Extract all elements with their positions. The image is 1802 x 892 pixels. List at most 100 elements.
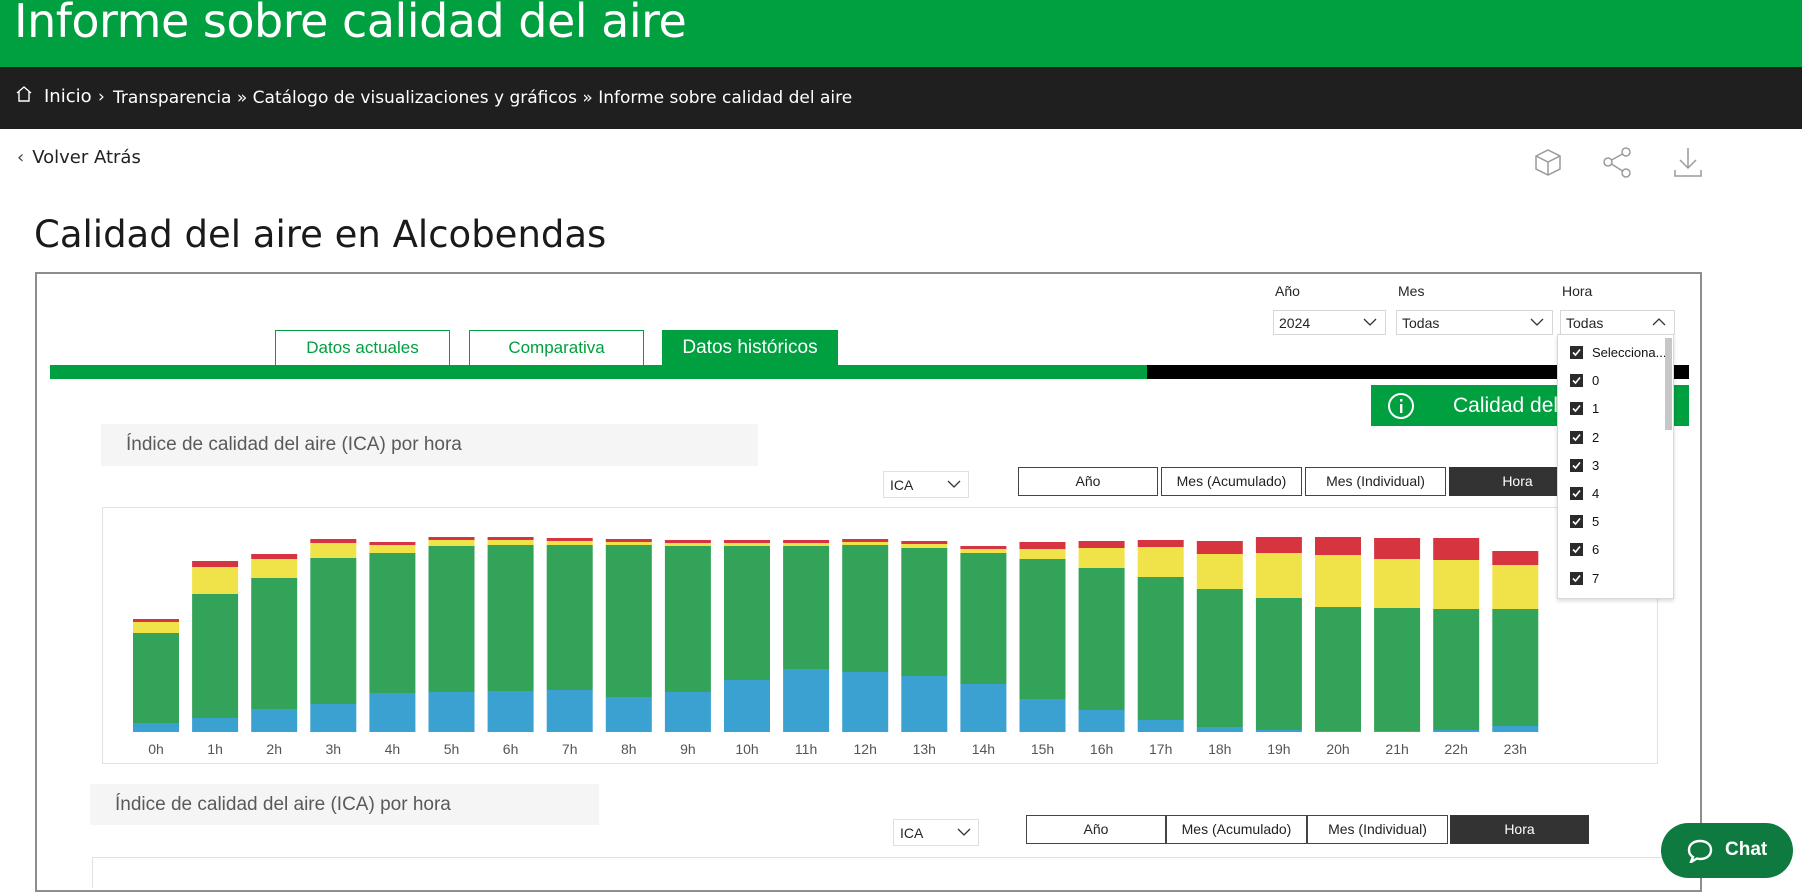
chat-button[interactable]: Chat (1661, 823, 1793, 878)
bar-segment[interactable] (1078, 710, 1125, 732)
bar-segment[interactable] (192, 567, 239, 594)
bar-segment[interactable] (1019, 549, 1066, 559)
segment-hora-2[interactable]: Hora (1450, 815, 1589, 844)
bar-segment[interactable] (605, 545, 652, 697)
segment-ano-2[interactable]: Año (1026, 815, 1166, 844)
bar-segment[interactable] (783, 540, 830, 543)
bar-segment[interactable] (310, 558, 357, 704)
bar-segment[interactable] (251, 578, 298, 709)
bar-segment[interactable] (1196, 589, 1243, 727)
bar-segment[interactable] (1492, 726, 1539, 732)
bar-segment[interactable] (605, 539, 652, 542)
hour-option[interactable]: Selecciona... (1570, 345, 1666, 365)
bar-segment[interactable] (192, 594, 239, 718)
bar-segment[interactable] (960, 684, 1007, 732)
breadcrumb-trail[interactable]: Transparencia » Catálogo de visualizacio… (113, 88, 852, 108)
segment-mes-individual-2[interactable]: Mes (Individual) (1307, 815, 1448, 844)
bar-segment[interactable] (251, 709, 298, 732)
bar-segment[interactable] (1255, 553, 1302, 598)
checkbox-checked-icon[interactable] (1570, 515, 1583, 529)
tab-comparativa[interactable]: Comparativa (469, 330, 644, 365)
bar-segment[interactable] (133, 622, 179, 633)
bar-segment[interactable] (1433, 560, 1480, 609)
bar-segment[interactable] (133, 633, 179, 723)
hour-option[interactable]: 6 (1570, 542, 1599, 562)
bar-segment[interactable] (842, 539, 889, 542)
bar-segment[interactable] (546, 545, 593, 690)
bar-segment[interactable] (546, 538, 593, 541)
bar-segment[interactable] (1315, 555, 1361, 607)
segment-mes-individual[interactable]: Mes (Individual) (1305, 467, 1446, 496)
checkbox-checked-icon[interactable] (1570, 374, 1583, 388)
bar-segment[interactable] (1492, 609, 1539, 726)
bar-segment[interactable] (842, 672, 889, 732)
bar-segment[interactable] (1433, 730, 1480, 732)
bar-segment[interactable] (1492, 551, 1539, 565)
bar-segment[interactable] (310, 543, 357, 558)
bar-segment[interactable] (428, 537, 475, 540)
bar-segment[interactable] (192, 718, 239, 732)
hour-option[interactable]: 7 (1570, 571, 1599, 591)
bar-segment[interactable] (664, 692, 711, 732)
hour-option[interactable]: 4 (1570, 486, 1599, 506)
bar-segment[interactable] (310, 704, 357, 732)
bar-segment[interactable] (310, 539, 357, 543)
bar-segment[interactable] (1137, 577, 1184, 720)
bar-segment[interactable] (1374, 608, 1421, 731)
bar-segment[interactable] (724, 543, 770, 546)
hour-option[interactable]: 2 (1570, 430, 1599, 450)
cube-icon[interactable] (1530, 144, 1566, 180)
bar-segment[interactable] (664, 546, 711, 692)
bar-segment[interactable] (487, 537, 534, 540)
back-link[interactable]: ‹ Volver Atrás (17, 147, 141, 168)
bar-segment[interactable] (901, 544, 948, 548)
bar-segment[interactable] (1315, 731, 1361, 732)
bar-segment[interactable] (487, 540, 534, 545)
checkbox-checked-icon[interactable] (1570, 346, 1583, 359)
bar-segment[interactable] (369, 693, 416, 732)
bar-segment[interactable] (133, 723, 179, 732)
bar-segment[interactable] (1315, 537, 1361, 555)
bar-segment[interactable] (546, 690, 593, 732)
checkbox-checked-icon[interactable] (1570, 402, 1583, 416)
bar-segment[interactable] (724, 680, 770, 732)
checkbox-checked-icon[interactable] (1570, 543, 1583, 557)
bar-segment[interactable] (1137, 720, 1184, 732)
bar-segment[interactable] (901, 541, 948, 544)
bar-segment[interactable] (1078, 548, 1125, 568)
bar-segment[interactable] (251, 559, 298, 578)
bar-segment[interactable] (1137, 540, 1184, 547)
bar-segment[interactable] (1374, 538, 1421, 559)
bar-segment[interactable] (1019, 542, 1066, 549)
bar-segment[interactable] (605, 697, 652, 732)
bar-segment[interactable] (192, 561, 239, 567)
bar-segment[interactable] (1019, 699, 1066, 732)
checkbox-checked-icon[interactable] (1570, 571, 1583, 585)
bar-segment[interactable] (428, 540, 475, 546)
bar-segment[interactable] (664, 540, 711, 543)
bar-segment[interactable] (1492, 565, 1539, 609)
bar-segment[interactable] (1255, 730, 1302, 732)
bar-segment[interactable] (546, 541, 593, 545)
bar-segment[interactable] (487, 545, 534, 691)
bar-segment[interactable] (133, 619, 179, 622)
bar-segment[interactable] (1019, 559, 1066, 699)
bar-segment[interactable] (1374, 559, 1421, 608)
bar-segment[interactable] (1374, 731, 1421, 732)
bar-segment[interactable] (428, 546, 475, 692)
bar-segment[interactable] (1255, 598, 1302, 730)
bar-segment[interactable] (783, 546, 830, 669)
bar-segment[interactable] (901, 676, 948, 732)
bar-segment[interactable] (1433, 538, 1480, 560)
bar-segment[interactable] (1255, 537, 1302, 553)
bar-segment[interactable] (1078, 568, 1125, 710)
share-icon[interactable] (1600, 144, 1636, 180)
home-icon[interactable] (15, 85, 33, 107)
bar-segment[interactable] (783, 543, 830, 546)
bar-segment[interactable] (1196, 541, 1243, 554)
bar-segment[interactable] (1078, 541, 1125, 548)
metric-select[interactable]: ICA (883, 471, 969, 498)
bar-segment[interactable] (428, 692, 475, 732)
segment-mes-acumulado[interactable]: Mes (Acumulado) (1161, 467, 1302, 496)
bar-segment[interactable] (369, 545, 416, 553)
